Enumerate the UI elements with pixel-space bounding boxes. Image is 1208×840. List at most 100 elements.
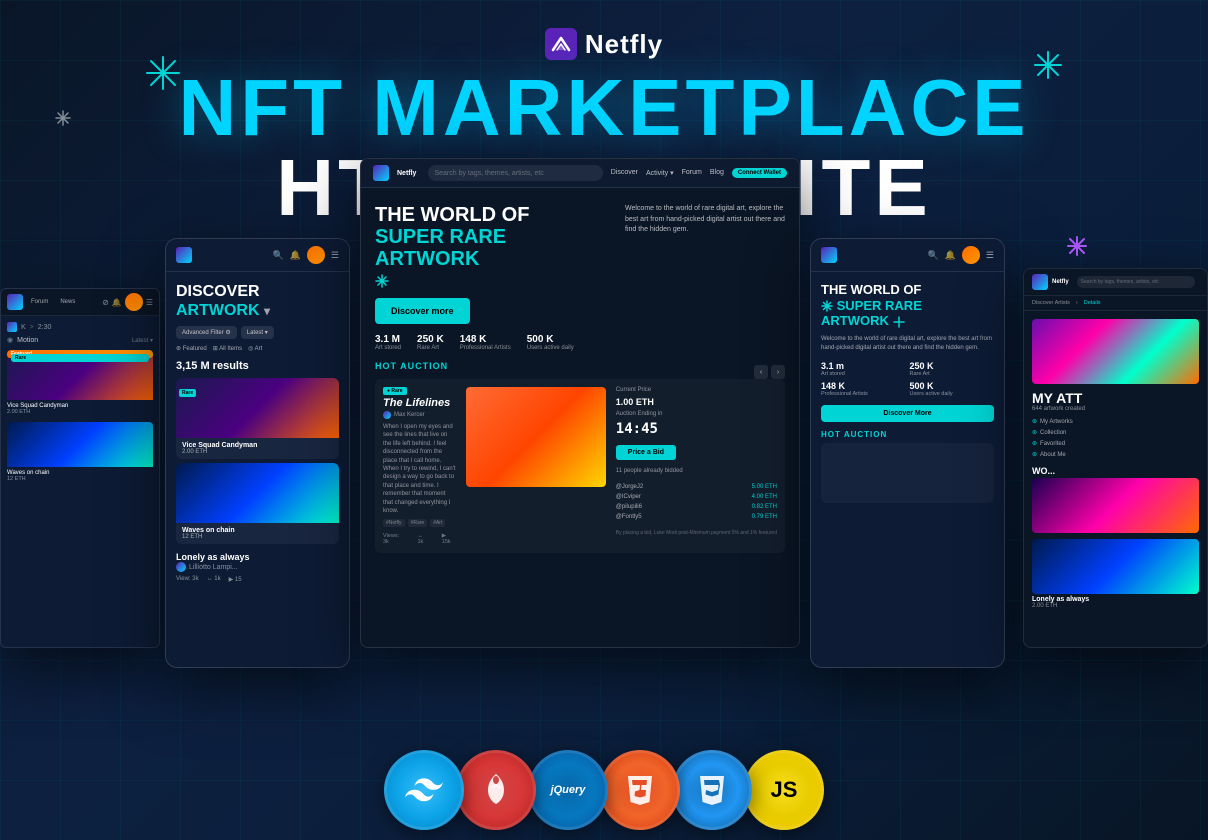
screen3-search-input[interactable]: Search by tags, themes, artists, etc [428, 165, 602, 181]
screen5-wo-title: WO... [1032, 466, 1199, 476]
screen5-lonely-price: 2.00 ETH [1032, 603, 1199, 609]
screen3-auction-section: HOT AUCTION ‹ › ● Rare The Lifelines [361, 361, 799, 563]
screen1-motion-label: Motion [17, 337, 38, 344]
screen5-about-me-item[interactable]: ⊛ About Me [1032, 449, 1199, 460]
screen5-details-link[interactable]: Details [1084, 300, 1101, 306]
screen1-card-1-image: Featured Rare [7, 350, 153, 400]
screen2-lonely-title: Lonely as always [176, 552, 339, 562]
screen3-bidder-3: @pilupili6 0.82 ETH [616, 502, 777, 512]
main-container: Netfly NFT MARKETPLACE HTML WEBSITE Foru… [0, 0, 1208, 840]
screen3-prev-btn[interactable]: ‹ [754, 365, 768, 379]
screen3-next-btn[interactable]: › [771, 365, 785, 379]
screen3-auction-card-title: The Lifelines [383, 397, 456, 409]
screen-desktop-center: Netfly Search by tags, themes, artists, … [360, 158, 800, 648]
hero-title-nft: NFT MARKETPLACE [178, 68, 1029, 148]
screen1-card-2-price: 12 ETH [7, 476, 153, 482]
screen2-card-1-title: Vice Squad Candyman [182, 442, 333, 449]
screen5-logo [1032, 274, 1048, 290]
screen2-discover-title: Discover [176, 282, 339, 301]
screen3-bidder-2: @ICviper 4.00 ETH [616, 492, 777, 502]
screen3-nav-blog[interactable]: Blog [710, 169, 724, 177]
screen-mobile-right: 🔍 🔔 ☰ THE WORLD OF SUPER RARE ARTWORK We… [810, 238, 1005, 668]
screen5-search-input[interactable]: Search by tags, themes, artists, etc [1077, 276, 1195, 288]
screen5-hero-art [1032, 319, 1199, 384]
screen4-discover-more-btn[interactable]: Discover More [821, 405, 994, 422]
screen3-bidders-count: 11 people already bidded [616, 468, 683, 474]
screen3-auction-card-author: Max Kercer [383, 411, 456, 419]
screen3-stat-1-label: Art stored [375, 345, 401, 351]
screen5-section-subtitle: 644 artwork created [1032, 406, 1199, 412]
screen2-art-tab[interactable]: ◎ Art [248, 345, 262, 352]
screen3-tag-netfly: #Netfly [383, 519, 405, 527]
screen2-content: Discover Artwork ▾ Advanced Filter ⚙ Lat… [166, 272, 349, 593]
css3-icon [672, 750, 752, 830]
sparkle-top-left [145, 55, 181, 96]
screen5-lonely-title: Lonely as always [1032, 596, 1199, 603]
screen2-featured-tab[interactable]: ⊛ Featured [176, 345, 207, 352]
screen1-card-2-image [7, 422, 153, 467]
screen4-auction-title: HOT AUCTION [821, 430, 994, 439]
screen3-bidder-4: @Fontly5 0.79 ETH [616, 512, 777, 522]
screen3-nav-discover[interactable]: Discover [611, 169, 638, 177]
screen5-card-art [1032, 478, 1199, 533]
screen1-card-1: Featured Rare Vice Squad Candyman 2.00 E… [7, 350, 153, 418]
screen2-filter-row: Advanced Filter ⚙ Latest ▾ [176, 326, 339, 339]
screen3-nav-forum[interactable]: Forum [682, 169, 702, 177]
screen3-place-bid-btn[interactable]: Price a Bid [616, 445, 676, 460]
sparkle-purple-right [1066, 235, 1088, 262]
screen3-hero-right: Welcome to the world of rare digital art… [625, 204, 785, 351]
screen3-auction-card-left: ● Rare The Lifelines Max Kercer When I o… [383, 387, 456, 545]
screen1-nav: Forum News ⊘ 🔔 ☰ [1, 289, 159, 316]
screen3-current-price-value: 1.00 ETH [616, 397, 654, 407]
screen3-stats: 3.1 M Art stored 250 K Rare Art 148 K Pr… [375, 334, 613, 351]
sparkle-top-right [1033, 50, 1063, 85]
brand-name: Netfly [585, 29, 663, 60]
screen5-lonely-card: Lonely as always 2.00 ETH [1032, 539, 1199, 609]
screen4-nav: 🔍 🔔 ☰ [811, 239, 1004, 272]
screen2-avatar [307, 246, 325, 264]
screen2-lonely-info: Lilliotto Lampi... [176, 562, 339, 572]
screen4-stat-2: 250 K Rare Art [910, 361, 995, 377]
screen4-stat-3-value: 148 K [821, 381, 906, 391]
screen2-card-2-image [176, 463, 339, 523]
screen4-stat-1: 3.1 m Art stored [821, 361, 906, 377]
screen3-pagination: ‹ › [754, 365, 785, 379]
screen1-card-2-info: Waves on chain 12 ETH [7, 467, 153, 485]
tech-icons-row: jQuery JS [388, 750, 820, 830]
screen2-nav: 🔍 🔔 ☰ [166, 239, 349, 272]
screen2-results-count: 3,15 M results [176, 360, 339, 372]
screen2-advanced-filter-btn[interactable]: Advanced Filter ⚙ [176, 326, 237, 339]
screen4-logo [821, 247, 837, 263]
screen1-rare-badge: Rare [11, 354, 149, 362]
screen3-auction-bid-panel: Current Price 1.00 ETH Auction Ending in… [616, 387, 777, 545]
screen4-auction-preview [821, 443, 994, 503]
screen5-nav: Netfly Search by tags, themes, artists, … [1024, 269, 1207, 296]
screen2-latest-sort-btn[interactable]: Latest ▾ [241, 326, 274, 339]
screen4-stat-2-label: Rare Art [910, 371, 995, 377]
screen3-auction-tags: #Netfly #Rare #Art [383, 519, 456, 527]
screen3-connect-wallet-btn[interactable]: Connect Wallet [732, 168, 787, 178]
screen3-current-price-label: Current Price [616, 387, 651, 393]
screen3-auction-header: HOT AUCTION ‹ › [375, 361, 785, 379]
screen5-my-artworks-item[interactable]: ⊛ My Artworks [1032, 416, 1199, 427]
screen3-auction-footer: Views: 3k ↔ 1k ▶ 15k [383, 533, 456, 545]
screen2-all-tab[interactable]: ⊞ All Items [213, 345, 242, 352]
screen3-stat-2-label: Rare Art [417, 345, 444, 351]
screen4-stat-2-value: 250 K [910, 361, 995, 371]
brand-header: Netfly [545, 28, 663, 60]
screen3-auction-rare-badge: ● Rare [383, 387, 407, 395]
screen3-hero-title: THE WORLD OF SUPER RARE ARTWORK [375, 204, 613, 270]
screen5-discover-artists-link[interactable]: Discover Artists [1032, 300, 1070, 306]
screen1-forum-tab: Forum [27, 297, 52, 307]
screen3-hero-left: THE WORLD OF SUPER RARE ARTWORK Discover… [375, 204, 613, 351]
screen3-rare-badge-row: ● Rare [383, 387, 456, 395]
screen3-nav-activity[interactable]: Activity ▾ [646, 169, 674, 177]
screen-mobile-left: 🔍 🔔 ☰ Discover Artwork ▾ Advanced Filter… [165, 238, 350, 668]
screen5-collection-item[interactable]: ⊛ Collection [1032, 427, 1199, 438]
screen1-content: K > 2:30 ◉ Motion Latest ▾ Featured Rare… [1, 316, 159, 491]
screen5-section-title: MY ATT [1032, 390, 1199, 406]
screen4-stat-4: 500 K Users active daily [910, 381, 995, 397]
screen5-favorited-item[interactable]: ⊛ Favorited [1032, 438, 1199, 449]
screen3-discover-more-btn[interactable]: Discover more [375, 298, 470, 324]
screen4-stats: 3.1 m Art stored 250 K Rare Art 148 K Pr… [821, 361, 994, 397]
